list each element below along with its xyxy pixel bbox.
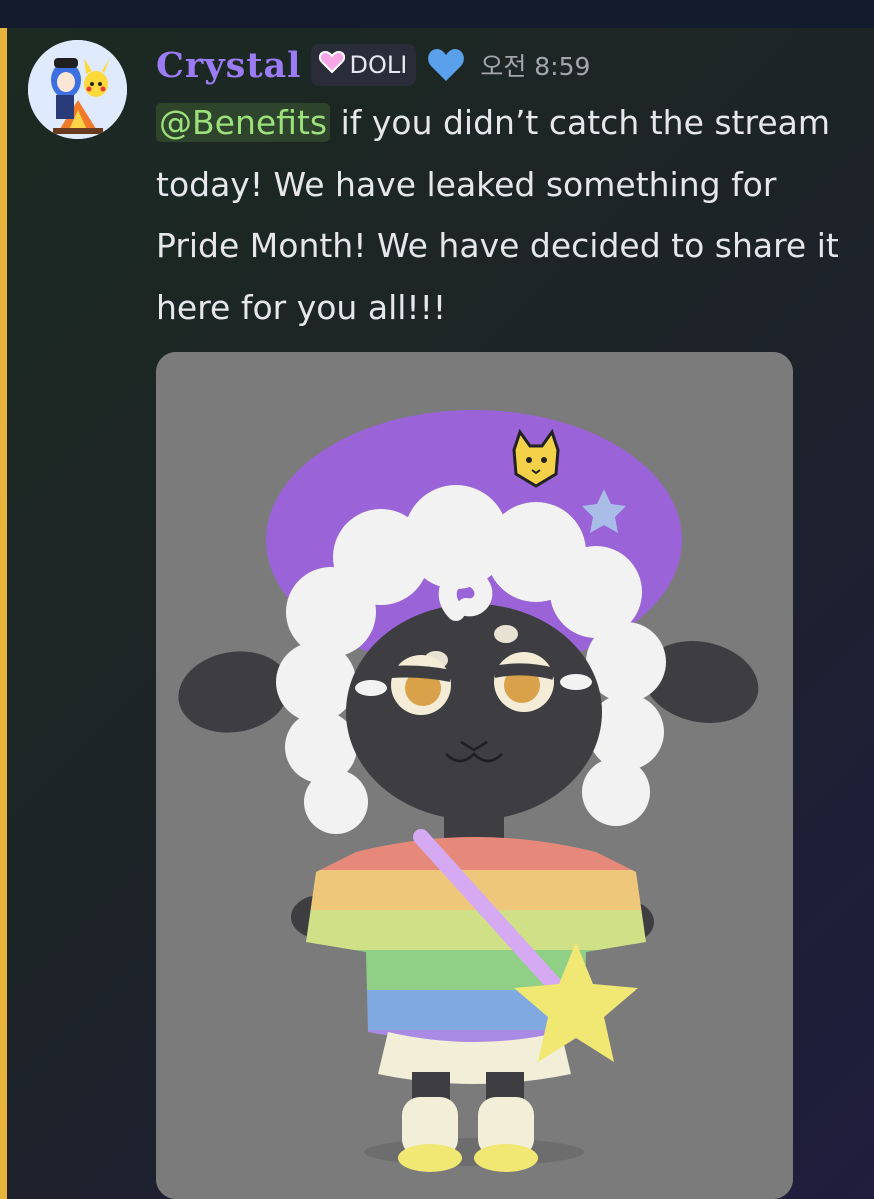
message-header: Crystal DOLI 오전 8:59 — [156, 40, 590, 90]
username[interactable]: Crystal — [156, 45, 301, 86]
image-attachment[interactable] — [156, 352, 793, 1199]
avatar[interactable] — [28, 40, 127, 139]
highlight-accent-bar — [0, 28, 7, 1199]
character-render-image — [156, 352, 793, 1199]
message-content: @Benefits if you didn’t catch the stream… — [156, 92, 856, 338]
blue-heart-icon — [426, 45, 466, 85]
timestamp: 오전 8:59 — [480, 52, 591, 81]
pink-heart-icon — [319, 50, 346, 80]
role-badge[interactable]: DOLI — [311, 44, 417, 86]
role-badge-label: DOLI — [349, 51, 408, 79]
top-bar — [0, 0, 874, 28]
user-mention[interactable]: @Benefits — [156, 103, 331, 142]
